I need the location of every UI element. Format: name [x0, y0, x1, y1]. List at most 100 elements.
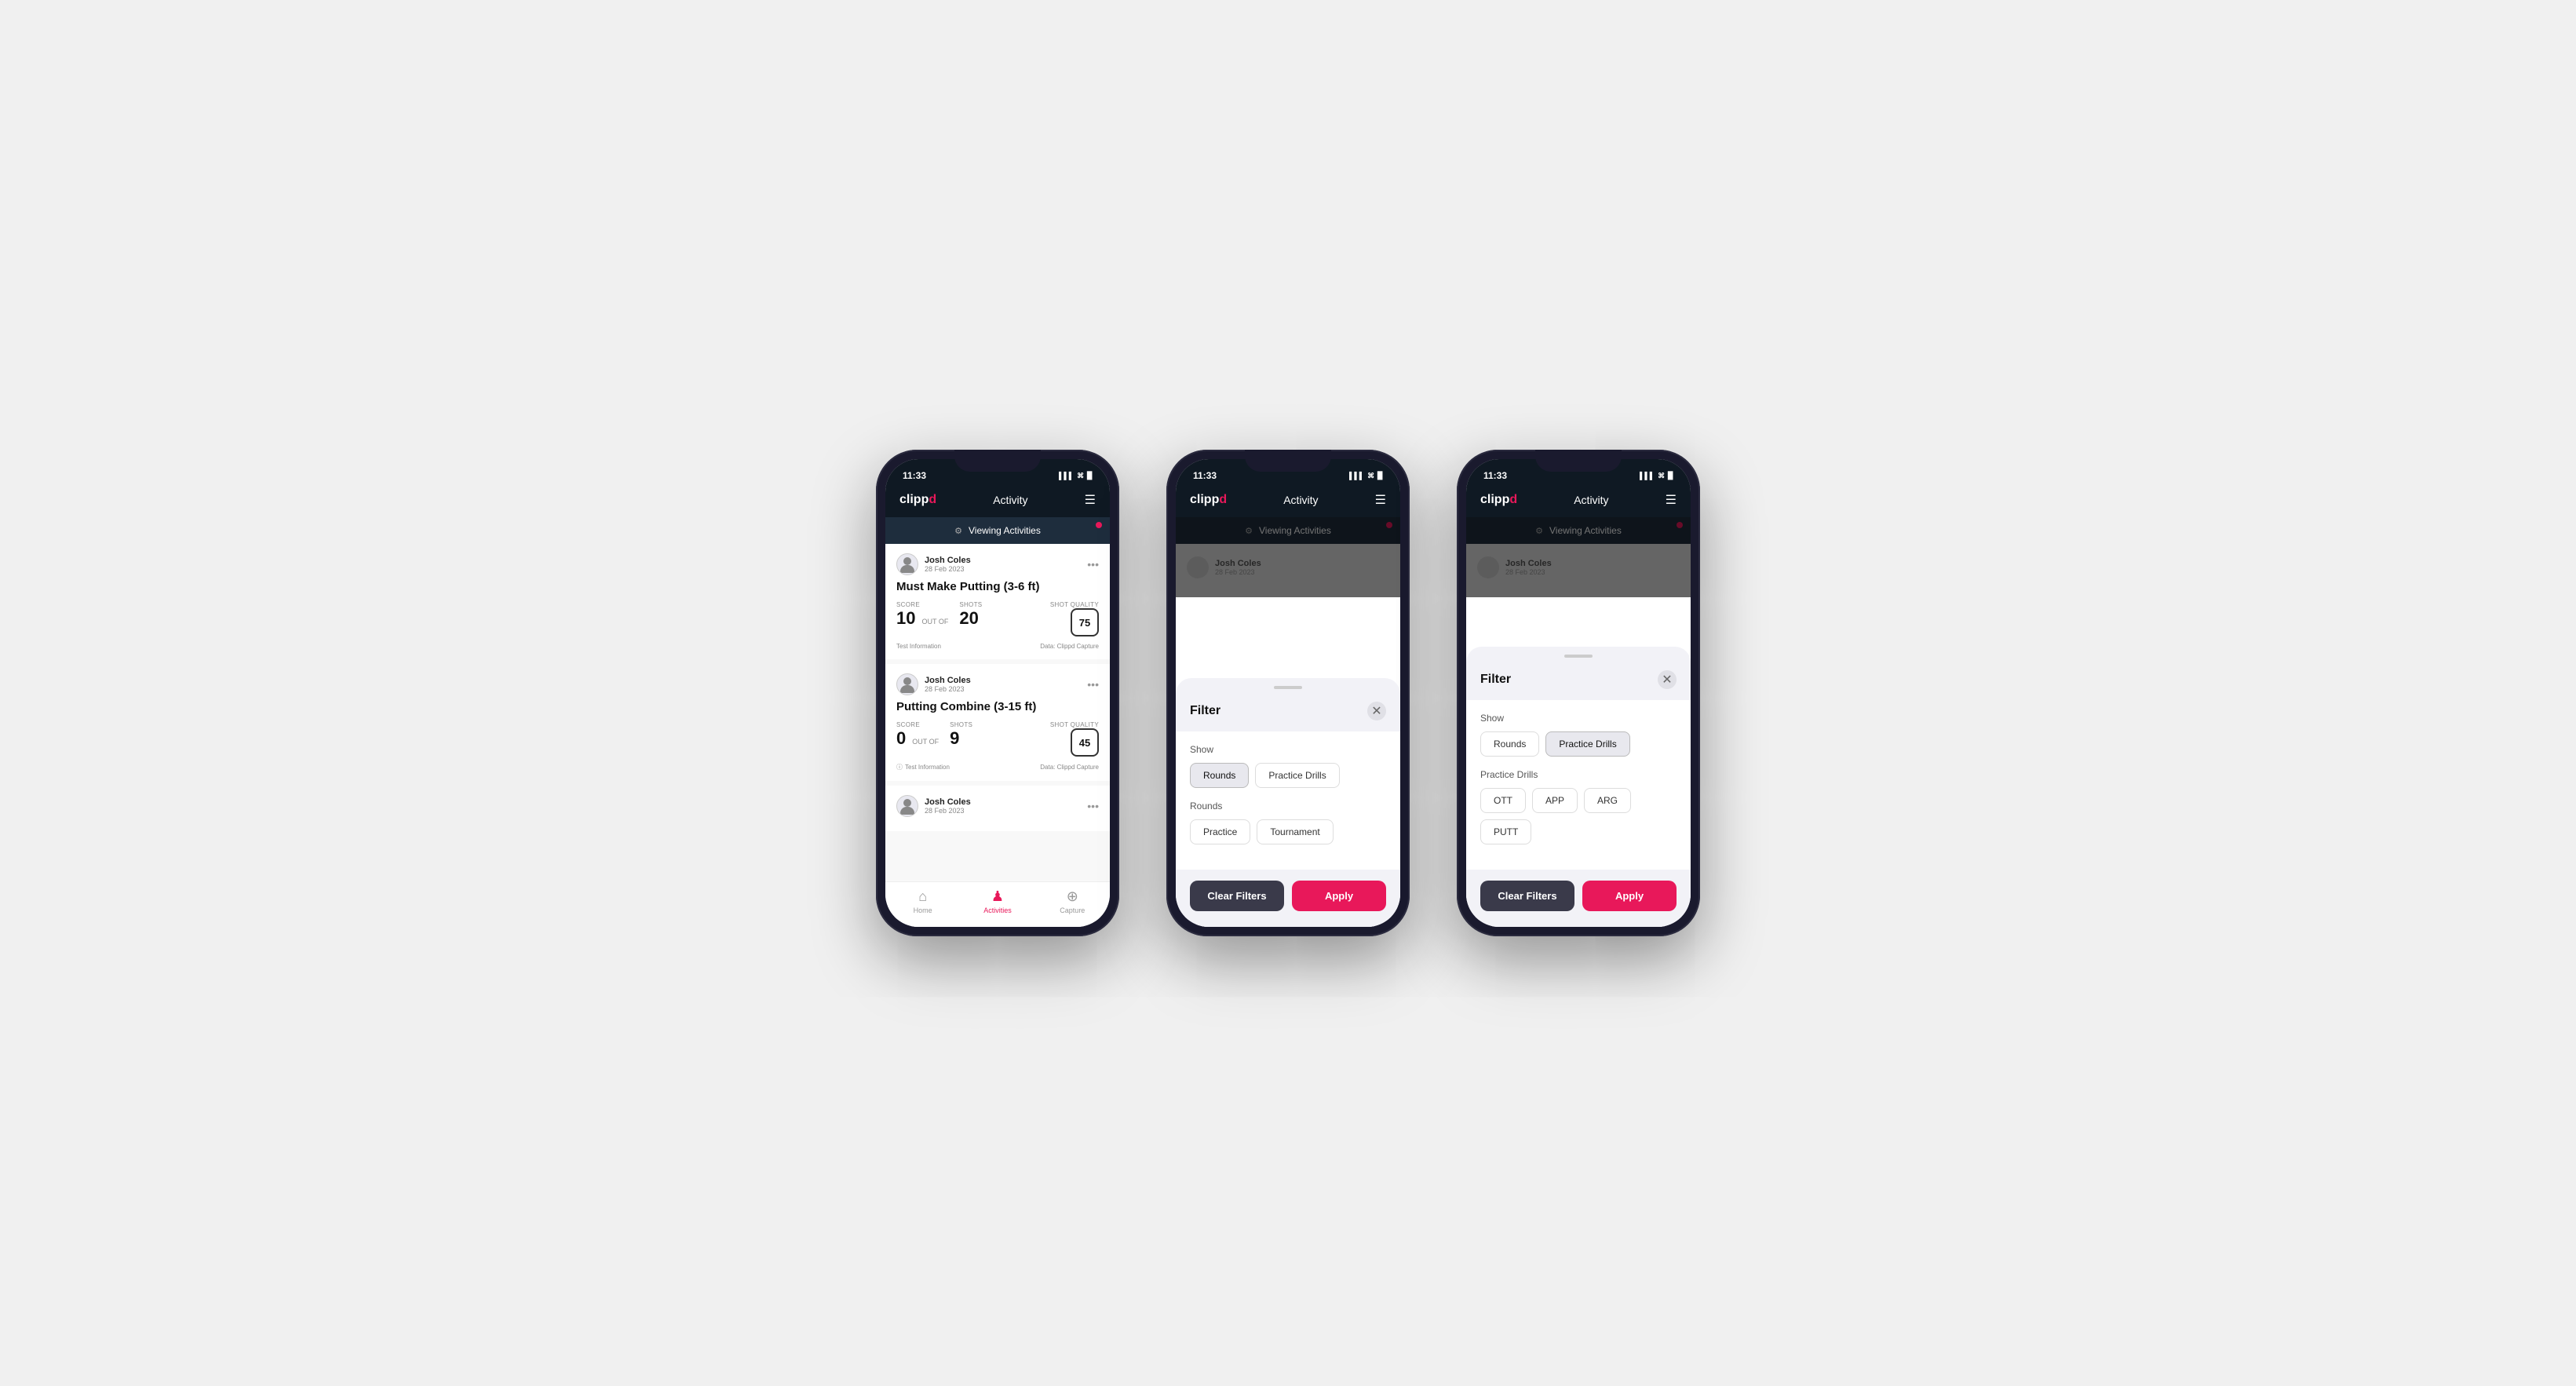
capture-icon-1: ⊕ [1067, 888, 1078, 905]
notch-3 [1535, 450, 1622, 472]
logo-d-3: d [1509, 493, 1517, 507]
phone-1: 11:33 ▌▌▌ ⌘ ▉ clippd Activity ☰ ⚙ Viewin… [876, 450, 1119, 936]
avatar-person-2 [897, 674, 918, 695]
modal-body-3: Show Rounds Practice Drills Practice Dri… [1466, 700, 1691, 870]
apply-btn-2[interactable]: Apply [1292, 881, 1386, 911]
battery-icon-2: ▉ [1377, 472, 1383, 480]
modal-footer-3: Clear Filters Apply [1466, 870, 1691, 927]
user-date-2: 28 Feb 2023 [925, 685, 971, 693]
card-header-2: Josh Coles 28 Feb 2023 ••• [896, 673, 1099, 695]
wifi-icon-3: ⌘ [1658, 472, 1665, 480]
app-header-1: clippd Activity ☰ [885, 486, 1110, 517]
activities-label-1: Activities [983, 906, 1012, 914]
stats-row-2: Score 0 OUT OF Shots 9 Shot Quality [896, 721, 1099, 757]
info-text-2: ⓘ Test Information [896, 763, 950, 771]
more-btn-2[interactable]: ••• [1087, 678, 1099, 691]
show-chips-2: Rounds Practice Drills [1190, 763, 1386, 788]
user-name-2: Josh Coles [925, 676, 971, 685]
more-btn-3[interactable]: ••• [1087, 800, 1099, 812]
user-text-1: Josh Coles 28 Feb 2023 [925, 556, 971, 573]
practice-drills-section-label-3: Practice Drills [1480, 769, 1677, 780]
header-title-2: Activity [1283, 494, 1318, 506]
rounds-chip-3[interactable]: Rounds [1480, 731, 1539, 757]
user-info-1: Josh Coles 28 Feb 2023 [896, 553, 971, 575]
apply-btn-3[interactable]: Apply [1582, 881, 1677, 911]
avatar-person-3 [897, 796, 918, 816]
filter-modal-2: Filter ✕ Show Rounds Practice Drills Rou… [1176, 678, 1400, 927]
practice-drills-chip-3[interactable]: Practice Drills [1545, 731, 1629, 757]
show-label-2: Show [1190, 744, 1386, 755]
user-info-3: Josh Coles 28 Feb 2023 [896, 795, 971, 817]
close-btn-3[interactable]: ✕ [1658, 670, 1677, 689]
activities-list-1: Josh Coles 28 Feb 2023 ••• Must Make Put… [885, 544, 1110, 881]
filter-icon-2: ⚙ [1245, 526, 1253, 536]
sq-badge-2: 45 [1071, 728, 1099, 757]
logo-clip-1: clipp [899, 493, 929, 507]
menu-icon-2[interactable]: ☰ [1375, 492, 1386, 508]
phone-3: 11:33 ▌▌▌ ⌘ ▉ clippd Activity ☰ ⚙ Vie [1457, 450, 1700, 936]
score-group-1: Score 10 OUT OF [896, 601, 951, 629]
avatar-1 [896, 553, 918, 575]
status-icons-1: ▌▌▌ ⌘ ▉ [1059, 472, 1093, 480]
phone-2: 11:33 ▌▌▌ ⌘ ▉ clippd Activity ☰ ⚙ Vie [1166, 450, 1410, 936]
logo-3: clippd [1480, 493, 1517, 507]
modal-title-2: Filter [1190, 704, 1220, 718]
activities-icon-1: ♟ [991, 888, 1004, 905]
arg-chip-3[interactable]: ARG [1584, 788, 1631, 813]
nav-activities-1[interactable]: ♟ Activities [960, 888, 1034, 914]
filter-modal-overlay-3: Filter ✕ Show Rounds Practice Drills Pra… [1466, 553, 1691, 927]
avatar-2 [896, 673, 918, 695]
filter-icon-1: ⚙ [954, 526, 962, 536]
score-label-1: Score [896, 601, 951, 608]
header-title-3: Activity [1574, 494, 1608, 506]
phone-1-inner: 11:33 ▌▌▌ ⌘ ▉ clippd Activity ☰ ⚙ Viewin… [885, 459, 1110, 927]
notch-1 [954, 450, 1041, 472]
status-time-1: 11:33 [903, 470, 926, 481]
logo-d-2: d [1219, 493, 1227, 507]
viewing-bar-text-3: Viewing Activities [1549, 525, 1622, 536]
viewing-bar-text-1: Viewing Activities [969, 525, 1041, 536]
bottom-nav-1: ⌂ Home ♟ Activities ⊕ Capture [885, 881, 1110, 927]
clear-btn-2[interactable]: Clear Filters [1190, 881, 1284, 911]
user-name-1: Josh Coles [925, 556, 971, 565]
ott-chip-3[interactable]: OTT [1480, 788, 1526, 813]
shots-label-1: Shots [959, 601, 982, 608]
card-header-1: Josh Coles 28 Feb 2023 ••• [896, 553, 1099, 575]
logo-clip-2: clipp [1190, 493, 1219, 507]
more-btn-1[interactable]: ••• [1087, 558, 1099, 571]
status-time-3: 11:33 [1483, 470, 1507, 481]
modal-header-2: Filter ✕ [1176, 694, 1400, 731]
rounds-chips-2: Practice Tournament [1190, 819, 1386, 844]
nav-home-1[interactable]: ⌂ Home [885, 888, 960, 914]
viewing-bar-1[interactable]: ⚙ Viewing Activities [885, 517, 1110, 544]
status-icons-3: ▌▌▌ ⌘ ▉ [1640, 472, 1673, 480]
practice-drills-chip-2[interactable]: Practice Drills [1255, 763, 1339, 788]
capture-label-1: Capture [1060, 906, 1085, 914]
avatar-3 [896, 795, 918, 817]
putt-chip-3[interactable]: PUTT [1480, 819, 1531, 844]
red-dot-1 [1096, 522, 1102, 528]
signal-icon: ▌▌▌ [1059, 472, 1074, 480]
app-chip-3[interactable]: APP [1532, 788, 1578, 813]
sq-label-2: Shot Quality [1050, 721, 1099, 728]
logo-clip-3: clipp [1480, 493, 1509, 507]
sq-label-1: Shot Quality [1050, 601, 1099, 608]
user-date-3: 28 Feb 2023 [925, 807, 971, 815]
logo-2: clippd [1190, 493, 1227, 507]
info-text-1: Test Information [896, 643, 941, 650]
modal-title-3: Filter [1480, 673, 1511, 687]
menu-icon-3[interactable]: ☰ [1666, 492, 1677, 508]
close-btn-2[interactable]: ✕ [1367, 702, 1386, 720]
menu-icon-1[interactable]: ☰ [1085, 492, 1096, 508]
tournament-chip-2[interactable]: Tournament [1257, 819, 1333, 844]
modal-body-2: Show Rounds Practice Drills Rounds Pract… [1176, 731, 1400, 870]
viewing-bar-text-2: Viewing Activities [1259, 525, 1331, 536]
practice-chip-2[interactable]: Practice [1190, 819, 1250, 844]
clear-btn-3[interactable]: Clear Filters [1480, 881, 1574, 911]
rounds-chip-2[interactable]: Rounds [1190, 763, 1249, 788]
stats-row-1: Score 10 OUT OF Shots 20 Shot Quality [896, 601, 1099, 636]
logo-1: clippd [899, 493, 936, 507]
red-dot-3 [1677, 522, 1683, 528]
sq-badge-1: 75 [1071, 608, 1099, 636]
nav-capture-1[interactable]: ⊕ Capture [1035, 888, 1110, 914]
